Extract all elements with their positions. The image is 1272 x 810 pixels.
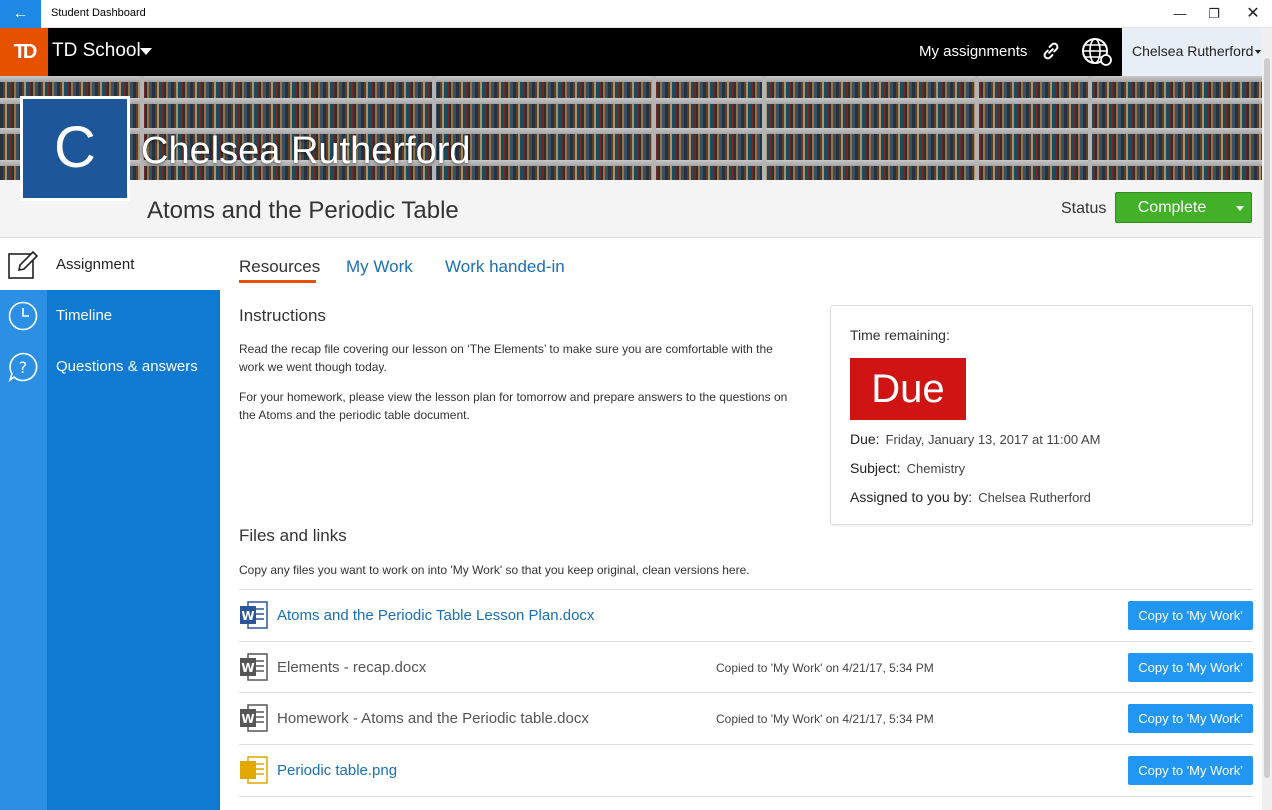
avatar: C [20, 96, 130, 201]
sidebar-item-questions[interactable]: ? Questions & answers [0, 341, 220, 392]
student-name: Chelsea Rutherford [141, 130, 471, 172]
file-link[interactable]: Homework - Atoms and the Periodic table.… [277, 710, 589, 727]
file-row: Periodic table.png Copy to 'My Work' [239, 744, 1253, 796]
sidebar-item-timeline[interactable]: Timeline [0, 290, 220, 341]
assigned-value: Chelsea Rutherford [978, 490, 1091, 505]
status-label: Status [1061, 200, 1107, 217]
subject-row: Subject: Chemistry [850, 460, 965, 476]
caret-down-icon [1255, 50, 1261, 54]
list-divider [239, 796, 1253, 810]
due-badge: Due [850, 358, 966, 420]
school-logo: TD [0, 28, 48, 76]
due-date-row: Due: Friday, January 13, 2017 at 11:00 AM [850, 431, 1100, 447]
window-title: Student Dashboard [51, 7, 146, 19]
assignment-header: Atoms and the Periodic Table Status Comp… [0, 180, 1262, 238]
due-key: Due: [850, 431, 880, 447]
copied-status: Copied to 'My Work' on 4/21/17, 5:34 PM [716, 661, 934, 675]
assignment-title: Atoms and the Periodic Table [147, 197, 459, 224]
globe-icon[interactable] [1081, 37, 1113, 67]
scrollbar-thumb[interactable] [1264, 58, 1270, 778]
file-link[interactable]: Periodic table.png [277, 762, 397, 779]
word-doc-icon: W [240, 704, 268, 732]
file-row: W Homework - Atoms and the Periodic tabl… [239, 692, 1253, 744]
files-note: Copy any files you want to work on into … [239, 563, 750, 577]
assigned-by-row: Assigned to you by: Chelsea Rutherford [850, 489, 1091, 505]
copy-to-my-work-button[interactable]: Copy to 'My Work' [1128, 653, 1253, 682]
sidebar-item-label: Questions & answers [56, 358, 198, 375]
word-doc-icon: W [240, 601, 268, 629]
time-remaining-card: Time remaining: Due Due: Friday, January … [830, 305, 1253, 525]
school-selector[interactable]: TD School [52, 40, 141, 62]
chevron-down-icon [1236, 206, 1244, 211]
sidebar-item-label: Timeline [56, 307, 113, 324]
image-file-icon [240, 756, 268, 784]
app-header: TD TD School My assignments Chelsea Ruth… [0, 28, 1272, 76]
my-assignments-link[interactable]: My assignments [919, 43, 1027, 60]
copy-to-my-work-button[interactable]: Copy to 'My Work' [1128, 601, 1253, 630]
tab-resources[interactable]: Resources [239, 257, 320, 277]
back-arrow-icon[interactable]: ← [0, 0, 41, 28]
close-button[interactable]: ✕ [1233, 0, 1272, 28]
subject-value: Chemistry [906, 461, 966, 476]
sidebar-item-assignment[interactable]: Assignment [0, 239, 220, 290]
file-row: W Atoms and the Periodic Table Lesson Pl… [239, 589, 1253, 641]
svg-text:?: ? [19, 358, 28, 377]
window-titlebar: ← Student Dashboard — ❐ ✕ [0, 0, 1272, 28]
edit-icon [8, 250, 39, 279]
instructions-heading: Instructions [239, 306, 326, 325]
time-remaining-label: Time remaining: [850, 327, 950, 343]
copy-to-my-work-button[interactable]: Copy to 'My Work' [1128, 704, 1253, 733]
maximize-button[interactable]: ❐ [1194, 0, 1234, 28]
copy-to-my-work-button[interactable]: Copy to 'My Work' [1128, 756, 1253, 785]
tab-my-work[interactable]: My Work [346, 257, 413, 277]
file-link[interactable]: Atoms and the Periodic Table Lesson Plan… [277, 607, 594, 624]
tab-work-handed-in[interactable]: Work handed-in [445, 257, 565, 277]
due-value: Friday, January 13, 2017 at 11:00 AM [885, 432, 1101, 447]
instructions-paragraph: Read the recap file covering our lesson … [239, 342, 773, 374]
word-doc-icon: W [240, 653, 268, 681]
svg-text:W: W [241, 712, 254, 726]
vertical-scrollbar[interactable] [1262, 28, 1272, 810]
sidebar: Assignment Timeline ? Questions & answer… [0, 239, 220, 810]
status-dropdown[interactable]: Complete [1115, 192, 1252, 223]
subject-key: Subject: [850, 460, 901, 476]
files-heading: Files and links [239, 526, 347, 545]
clock-icon [8, 301, 38, 331]
copied-status: Copied to 'My Work' on 4/21/17, 5:34 PM [716, 712, 934, 726]
question-icon: ? [8, 352, 38, 383]
svg-text:W: W [241, 661, 254, 675]
file-row: W Elements - recap.docx Copied to 'My Wo… [239, 641, 1253, 693]
assigned-key: Assigned to you by: [850, 489, 973, 505]
file-link[interactable]: Elements - recap.docx [277, 659, 426, 676]
chevron-down-icon[interactable] [140, 48, 152, 55]
svg-text:W: W [241, 609, 254, 623]
status-value: Complete [1137, 199, 1207, 216]
instructions-paragraph: For your homework, please view the lesso… [239, 390, 788, 422]
user-name: Chelsea Rutherford [1132, 43, 1254, 59]
link-icon[interactable] [1040, 40, 1062, 62]
sidebar-item-label: Assignment [56, 256, 135, 273]
avatar-initial: C [23, 99, 127, 198]
user-menu[interactable]: Chelsea Rutherford [1122, 28, 1262, 76]
active-tab-indicator [239, 280, 316, 283]
